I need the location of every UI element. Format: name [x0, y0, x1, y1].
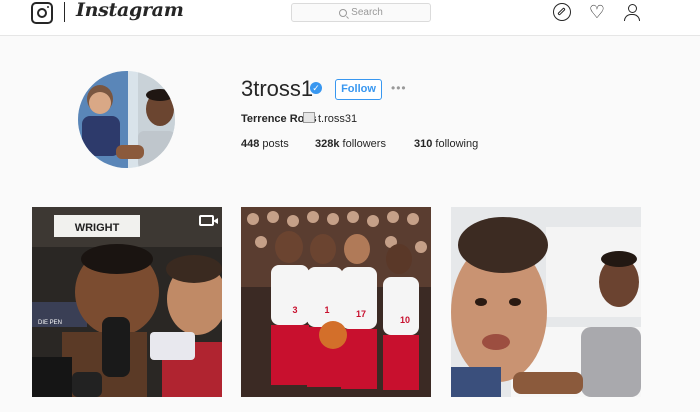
followers-count: 328k: [315, 138, 340, 150]
following-label: following: [435, 138, 479, 150]
following-stat[interactable]: 310 following: [414, 138, 478, 150]
jersey-number-3: 17: [356, 309, 366, 319]
post-tile-2[interactable]: 3 1 17 10: [241, 207, 431, 397]
post-2-image: 3 1 17 10: [241, 207, 431, 397]
top-nav-bar: Instagram Search ♡: [0, 0, 700, 36]
jersey-number-4: 10: [400, 315, 410, 325]
post-tile-1[interactable]: WRIGHT DIE PEN: [32, 207, 222, 397]
more-options-button[interactable]: •••: [391, 81, 407, 95]
profile-person-icon[interactable]: [623, 3, 641, 21]
avatar-photo: [78, 71, 175, 168]
posts-label: posts: [262, 138, 289, 150]
jersey-number-2: 1: [324, 305, 329, 315]
post-tile-3[interactable]: [451, 207, 641, 397]
bio-handle[interactable]: t.ross31: [318, 113, 357, 125]
logo-divider: [64, 2, 65, 22]
post-1-image: WRIGHT DIE PEN: [32, 207, 222, 397]
profile-avatar[interactable]: [78, 71, 175, 168]
search-placeholder: Search: [351, 7, 383, 18]
profile-username: 3tross1: [241, 76, 314, 101]
camera-lens: [37, 8, 47, 18]
explore-compass-icon[interactable]: [553, 3, 571, 21]
locker-nameplate: WRIGHT: [75, 222, 120, 234]
posts-count: 448: [241, 138, 260, 150]
follow-button[interactable]: Follow: [335, 79, 382, 100]
raptors-emoji-icon: [303, 112, 315, 123]
banner-text: DIE PEN: [38, 320, 62, 326]
search-input[interactable]: Search: [291, 3, 431, 22]
instagram-camera-icon[interactable]: [31, 2, 53, 24]
following-count: 310: [414, 138, 433, 150]
video-icon: [199, 215, 214, 226]
search-icon: [339, 8, 348, 17]
activity-heart-icon[interactable]: ♡: [588, 3, 606, 21]
jersey-number-1: 3: [292, 305, 297, 315]
person-head: [628, 4, 637, 13]
person-torso: [624, 14, 640, 21]
verified-badge-icon: ✓: [310, 82, 322, 94]
post-3-image: [451, 207, 641, 397]
posts-stat: 448 posts: [241, 138, 289, 150]
followers-label: followers: [342, 138, 386, 150]
followers-stat[interactable]: 328k followers: [315, 138, 386, 150]
camera-dot: [47, 6, 49, 8]
instagram-wordmark[interactable]: Instagram: [76, 0, 184, 21]
